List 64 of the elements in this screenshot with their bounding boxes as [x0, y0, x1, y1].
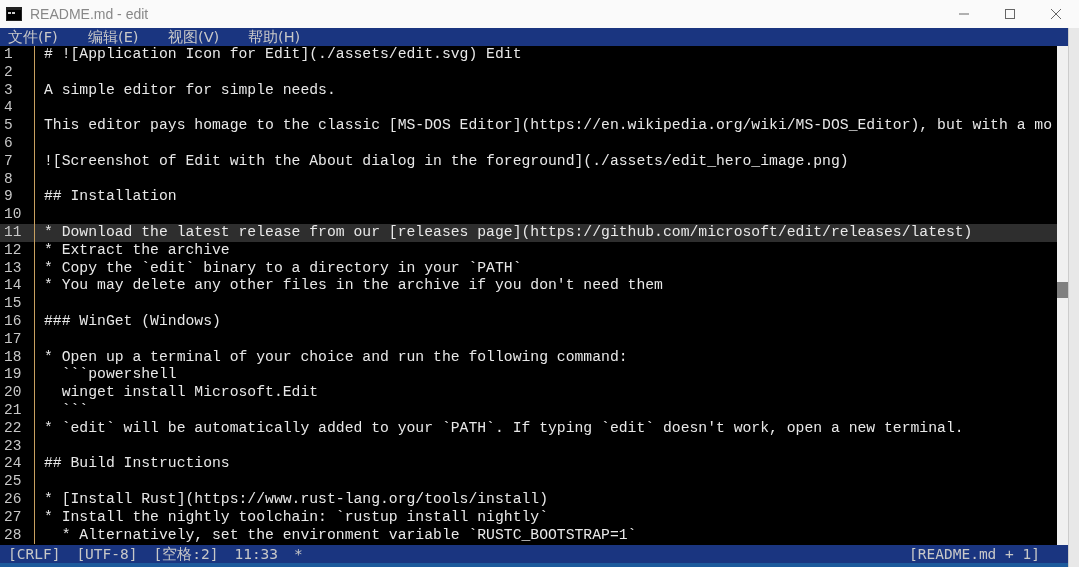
code-line: # ![Application Icon for Edit](./assets/edit.svg) Edit [44, 46, 522, 64]
code-line: * Open up a terminal of your choice and run the following command: [44, 348, 628, 367]
code-line: ```powershell [60, 366, 177, 385]
code-line: * Copy the `edit` binary to a directory in your `PATH` [44, 259, 522, 278]
line-number: 14 [3, 277, 23, 296]
code-line: * You may delete any other files in the archive if you don't need them [44, 277, 663, 296]
line-number: 19 [3, 366, 23, 385]
line-number: 26 [3, 490, 23, 509]
menu-item[interactable]: 编辑(E) [88, 28, 168, 46]
code-line: winget install Microsoft.Edit [60, 384, 319, 402]
scrollbar[interactable] [1057, 46, 1068, 545]
menu-item[interactable]: 文件(F) [8, 28, 88, 46]
code-line: * Download the latest release from our [releases page](https://github.com/microsoft/edit/releases/latest) [44, 223, 973, 242]
line-number: 8 [3, 170, 14, 189]
line-number: 13 [3, 259, 23, 278]
line-number: 21 [3, 401, 23, 420]
line-number: 16 [3, 312, 23, 331]
code-line: * Install the nightly toolchain: `rustup install nightly` [44, 508, 548, 527]
window-title: README.md - edit [30, 6, 150, 22]
menu-item[interactable]: 帮助(H) [248, 28, 328, 46]
line-number: 20 [3, 384, 23, 402]
line-number: 1 [3, 46, 14, 64]
code-line: * Alternatively, set the environment variable `RUSTC_BOOTSTRAP=1` [60, 526, 637, 545]
outer-scrollbar[interactable] [1068, 28, 1079, 567]
scroll-thumb[interactable] [1057, 282, 1068, 298]
menu-item[interactable]: 视图(V) [168, 28, 248, 46]
line-number: 2 [3, 63, 14, 82]
code-line: ### WinGet (Windows) [44, 312, 221, 331]
line-number: 7 [3, 152, 14, 171]
code-line: * [Install Rust](https://www.rust-lang.org/tools/install) [44, 490, 548, 509]
file-indicator: [README.md + 1] [909, 545, 1040, 563]
code-line: * `edit` will be automatically added to your `PATH`. If typing `edit` doesn't work, open a new terminal. [44, 419, 964, 438]
code-line: This editor pays homage to the classic [MS-DOS Editor](https://en.wikipedia.org/wiki/MS-DOS_Editor), but with a mo [44, 117, 1052, 135]
line-number: 25 [3, 473, 23, 491]
status-item: * [294, 545, 303, 563]
line-number: 6 [3, 135, 14, 153]
line-number: 4 [3, 99, 14, 118]
line-number: 22 [3, 419, 23, 438]
line-number: 12 [3, 241, 23, 260]
line-number: 15 [3, 295, 23, 313]
status-item: 11:33 [234, 545, 279, 563]
code-line: A simple editor for simple needs. [44, 81, 336, 100]
status-item: [CRLF] [8, 545, 61, 563]
close-icon [1050, 8, 1062, 20]
maximize-icon [1004, 8, 1016, 20]
code-line: * Extract the archive [44, 241, 230, 260]
line-number: 24 [3, 455, 23, 474]
line-number: 23 [3, 437, 23, 456]
status-item: [空格:2] [153, 545, 219, 563]
status-item: [UTF-8] [76, 545, 138, 563]
code-line: ![Screenshot of Edit with the About dialog in the foreground](./assets/edit_hero_image.png) [44, 152, 849, 171]
line-number: 17 [3, 330, 23, 349]
line-number: 5 [3, 117, 14, 135]
line-number: 28 [3, 526, 23, 545]
line-number: 3 [3, 81, 14, 100]
line-number: 10 [3, 206, 23, 224]
code-line: ## Build Instructions [44, 455, 230, 474]
code-line: ## Installation [44, 188, 177, 207]
line-number: 9 [3, 188, 14, 207]
code-line: ``` [60, 401, 89, 420]
line-number: 27 [3, 508, 23, 527]
line-number: 11 [3, 223, 23, 242]
line-number: 18 [3, 348, 23, 367]
terminal-icon [6, 7, 22, 21]
